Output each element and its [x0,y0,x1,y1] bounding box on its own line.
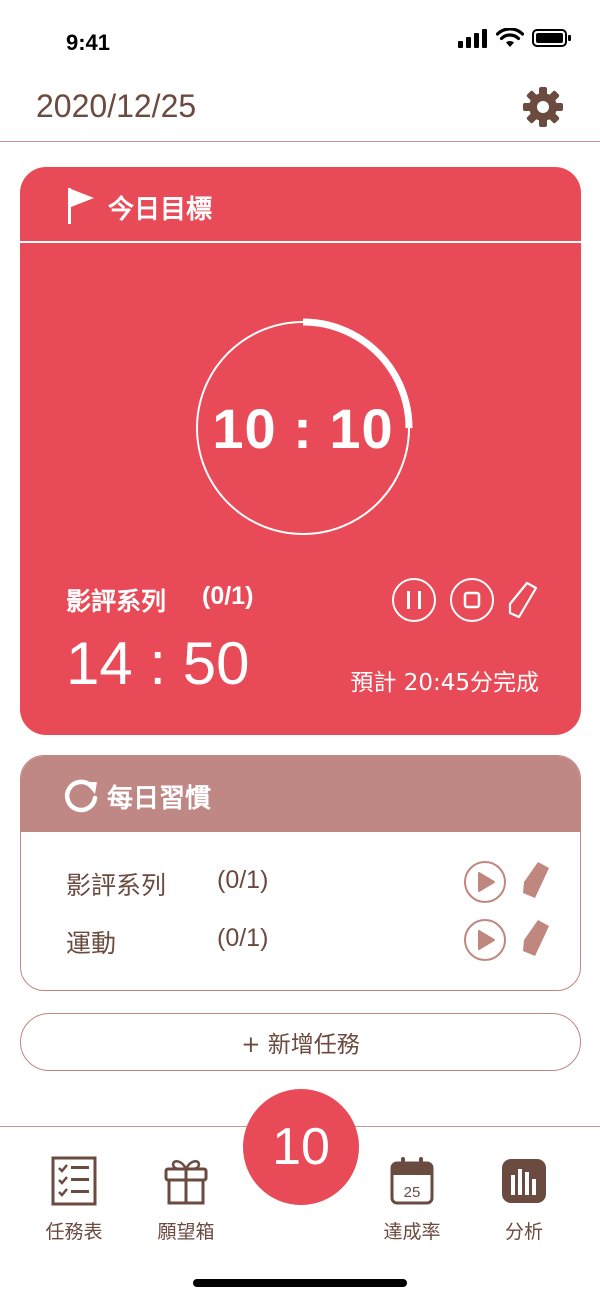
today-goal-title: 今日目標 [108,195,213,225]
gift-icon [164,1160,208,1205]
pencil-icon[interactable] [507,577,539,623]
habit-count: (0/1) [217,924,269,952]
wifi-icon [496,28,524,47]
remaining-time: 14 : 50 [66,630,250,697]
habit-name: 影評系列 [66,871,167,900]
nav-label: 達成率 [383,1221,441,1243]
flag-icon [68,188,94,224]
daily-habits-title: 每日習慣 [107,784,212,814]
habit-count: (0/1) [217,866,269,894]
estimated-finish: 預計 20:45分完成 [350,670,539,696]
play-button[interactable] [463,918,507,962]
nav-item-analysis[interactable]: 分析 [474,1155,574,1244]
nav-item-wish-box[interactable]: 願望箱 [136,1155,236,1244]
pause-button[interactable] [391,577,437,623]
habit-item: 運動 (0/1) [21,916,580,964]
daily-habits-card: 每日習慣 影評系列 (0/1) 運動 (0/1) [20,755,581,991]
bottom-nav: 任務表 願望箱 10 25 達成率 分析 [0,1089,600,1300]
habit-item: 影評系列 (0/1) [21,858,580,906]
today-goal-header: 今日目標 [20,167,581,243]
header-date: 2020/12/25 [36,88,197,124]
cellular-signal-icon [458,29,487,48]
calendar-day-number: 25 [404,1184,421,1201]
header: 2020/12/25 [0,80,600,142]
nav-label: 任務表 [45,1221,103,1243]
timer-display: 10 : 10 [212,396,394,460]
today-goal-card: 今日目標 10 : 10 影評系列 (0/1) 14 : 50 預計 20:45… [20,167,581,735]
status-bar: 9:41 [0,0,600,80]
nav-item-achievement-rate[interactable]: 25 達成率 [362,1155,462,1244]
nav-label: 願望箱 [157,1221,215,1243]
gear-icon[interactable] [522,86,564,128]
current-task-name: 影評系列 [66,587,167,616]
status-icons [458,28,572,48]
play-button[interactable] [463,860,507,904]
refresh-icon [64,779,98,813]
home-indicator [193,1279,407,1287]
status-time: 9:41 [66,30,111,55]
center-action-button[interactable]: 10 [243,1089,359,1205]
pencil-icon[interactable] [521,860,551,900]
nav-item-task-list[interactable]: 任務表 [24,1155,124,1244]
pencil-icon[interactable] [521,918,551,958]
stop-button[interactable] [449,577,495,623]
nav-label: 分析 [504,1221,543,1243]
battery-icon [532,29,571,47]
checklist-icon [51,1156,97,1206]
add-task-button[interactable]: + 新增任務 [20,1013,581,1071]
bar-chart-icon [502,1159,546,1203]
habit-name: 運動 [66,929,117,958]
calendar-icon: 25 [390,1157,434,1205]
current-task-count: (0/1) [202,582,254,610]
daily-habits-header: 每日習慣 [21,756,580,832]
